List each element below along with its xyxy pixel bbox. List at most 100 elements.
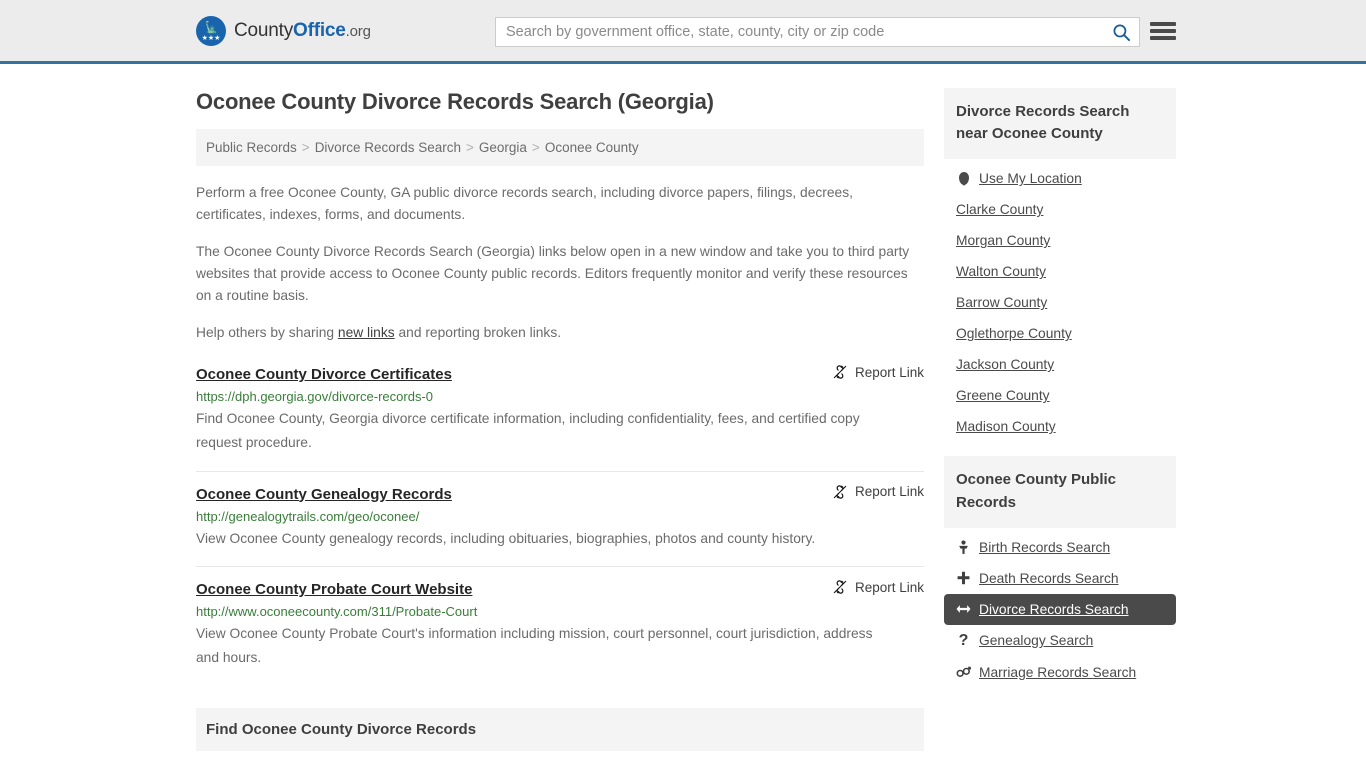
broken-link-icon: [833, 580, 847, 594]
sidebar-item-label: Madison County: [956, 419, 1056, 435]
male-female-glyph: [956, 666, 971, 677]
report-link-button[interactable]: Report Link: [832, 484, 924, 500]
sidebar-item-walton-county[interactable]: Walton County: [944, 256, 1176, 287]
result-item: Oconee County Genealogy Records http://g…: [196, 470, 924, 567]
broken-link-icon: [833, 484, 847, 499]
breadcrumb-item-public-records[interactable]: Public Records: [206, 140, 297, 155]
sidebar-item-label: Barrow County: [956, 295, 1048, 311]
sidebar-item-label: Death Records Search: [979, 570, 1119, 586]
sidebar-item-clarke-county[interactable]: Clarke County: [944, 194, 1176, 225]
sidebar-item-label: Greene County: [956, 388, 1050, 404]
male-female-icon: [956, 666, 971, 679]
sidebar-public-records-heading: Oconee County Public Records: [944, 456, 1176, 528]
sidebar-item-label: Walton County: [956, 264, 1046, 280]
page-title: Oconee County Divorce Records Search (Ge…: [196, 89, 714, 114]
main-content: Oconee County Divorce Records Search (Ge…: [196, 64, 924, 768]
sidebar-item-label: Genealogy Search: [979, 633, 1094, 649]
result-title-link[interactable]: Oconee County Genealogy Records: [196, 486, 452, 503]
sidebar: Divorce Records Search near Oconee Count…: [944, 88, 1176, 702]
result-title-link[interactable]: Oconee County Divorce Certificates: [196, 366, 452, 383]
result-description: Find Oconee County, Georgia divorce cert…: [196, 411, 860, 450]
brand-part-org: .org: [345, 22, 371, 40]
site-header: 🗽 ★★★ CountyOffice.org: [0, 0, 1366, 64]
breadcrumb-separator: >: [466, 140, 474, 155]
brand-part-county: County: [234, 19, 294, 41]
result-item: Oconee County Divorce Certificates https…: [196, 358, 924, 470]
find-records-body: Oconee County Divorce Records are legal …: [196, 765, 924, 768]
sidebar-item-oglethorpe-county[interactable]: Oglethorpe County: [944, 318, 1176, 349]
new-links-link[interactable]: new links: [338, 325, 395, 340]
sidebar-near-counties-list: Use My Location Clarke County Morgan Cou…: [944, 159, 1176, 448]
county-office-seal-icon: 🗽 ★★★: [196, 15, 226, 46]
sidebar-item-label: Divorce Records Search: [979, 601, 1129, 617]
sidebar-item-label: Marriage Records Search: [979, 664, 1137, 680]
result-description: View Oconee County Probate Court's infor…: [196, 626, 873, 665]
results-list: Oconee County Divorce Certificates https…: [196, 358, 924, 686]
breadcrumb-separator: >: [301, 140, 310, 155]
cross-icon-glyph: [957, 572, 970, 585]
sidebar-item-label: Use My Location: [979, 171, 1082, 187]
search-input[interactable]: [496, 18, 1103, 46]
intro-text: Perform a free Oconee County, GA public …: [196, 182, 924, 344]
result-title-link[interactable]: Oconee County Probate Court Website: [196, 581, 472, 598]
map-pin-icon: [956, 172, 971, 186]
result-item: Oconee County Probate Court Website http…: [196, 566, 924, 685]
sidebar-item-marriage-records-search[interactable]: Marriage Records Search: [944, 657, 1176, 688]
brand-wordmark: CountyOffice.org: [234, 20, 371, 42]
breadcrumb-separator: >: [531, 140, 540, 155]
result-description: View Oconee County genealogy records, in…: [196, 530, 816, 546]
site-logo[interactable]: 🗽 ★★★ CountyOffice.org: [196, 15, 371, 46]
report-link-button[interactable]: Report Link: [832, 579, 924, 595]
sidebar-public-records-list: Birth Records Search Death Records Searc…: [944, 528, 1176, 694]
sidebar-item-label: Clarke County: [956, 202, 1044, 218]
sidebar-item-death-records-search[interactable]: Death Records Search: [944, 563, 1176, 594]
sidebar-item-genealogy-search[interactable]: ? Genealogy Search: [944, 625, 1176, 657]
breadcrumb-item-oconee-county[interactable]: Oconee County: [545, 140, 639, 155]
search-button[interactable]: [1103, 18, 1139, 46]
sidebar-near-counties-box: Divorce Records Search near Oconee Count…: [944, 88, 1176, 448]
sidebar-item-divorce-records-search[interactable]: Divorce Records Search: [944, 593, 1176, 625]
hamburger-bar: [1150, 36, 1176, 40]
hamburger-bar: [1150, 22, 1176, 26]
report-link-label: Report Link: [854, 364, 924, 380]
left-right-arrow-glyph: [956, 605, 971, 614]
sidebar-item-birth-records-search[interactable]: Birth Records Search: [944, 532, 1176, 563]
sidebar-item-label: Morgan County: [956, 233, 1051, 249]
sidebar-item-label: Jackson County: [956, 357, 1055, 373]
baby-icon-glyph: [959, 540, 968, 554]
sidebar-item-label: Birth Records Search: [979, 539, 1111, 555]
sidebar-item-madison-county[interactable]: Madison County: [944, 411, 1176, 442]
page-body: Oconee County Divorce Records Search (Ge…: [0, 64, 1366, 768]
sidebar-item-morgan-county[interactable]: Morgan County: [944, 225, 1176, 256]
stars-glyph: ★★★: [201, 34, 221, 42]
sidebar-public-records-box: Oconee County Public Records Birth Recor…: [944, 456, 1176, 693]
intro-paragraph-2: The Oconee County Divorce Records Search…: [196, 243, 910, 304]
report-link-label: Report Link: [854, 579, 924, 595]
hamburger-menu-icon[interactable]: [1150, 20, 1176, 42]
sidebar-item-use-my-location[interactable]: Use My Location: [944, 163, 1176, 194]
search-icon: [1113, 24, 1130, 41]
report-link-label: Report Link: [854, 484, 924, 499]
sidebar-item-jackson-county[interactable]: Jackson County: [944, 349, 1176, 380]
brand-part-office: Office: [293, 19, 346, 41]
search-bar: [495, 17, 1140, 47]
breadcrumb-item-divorce-records-search[interactable]: Divorce Records Search: [315, 140, 461, 155]
intro-paragraph-3: Help others by sharing new links and rep…: [196, 322, 924, 344]
broken-link-icon: [833, 365, 847, 379]
question-mark-icon: ?: [958, 631, 969, 649]
breadcrumb: Public Records > Divorce Records Search > Ge…: [196, 129, 924, 166]
breadcrumb-item-georgia[interactable]: Georgia: [479, 140, 527, 155]
hamburger-bar: [1150, 29, 1176, 33]
cross-icon: [956, 571, 971, 585]
result-url: http://genealogytrails.com/geo/oconee/: [196, 508, 420, 524]
sidebar-item-barrow-county[interactable]: Barrow County: [944, 287, 1176, 318]
report-link-button[interactable]: Report Link: [832, 364, 924, 380]
result-url: https://dph.georgia.gov/divorce-records-…: [196, 389, 434, 405]
sidebar-near-counties-heading: Divorce Records Search near Oconee Count…: [944, 88, 1176, 160]
share-text-after: and reporting broken links.: [394, 324, 562, 340]
find-records-heading: Find Oconee County Divorce Records: [196, 707, 924, 751]
eagle-glyph: 🗽: [204, 21, 219, 34]
sidebar-item-greene-county[interactable]: Greene County: [944, 380, 1176, 411]
intro-paragraph-1: Perform a free Oconee County, GA public …: [196, 185, 853, 223]
find-records-paragraph: Oconee County Divorce Records are legal …: [196, 765, 924, 768]
